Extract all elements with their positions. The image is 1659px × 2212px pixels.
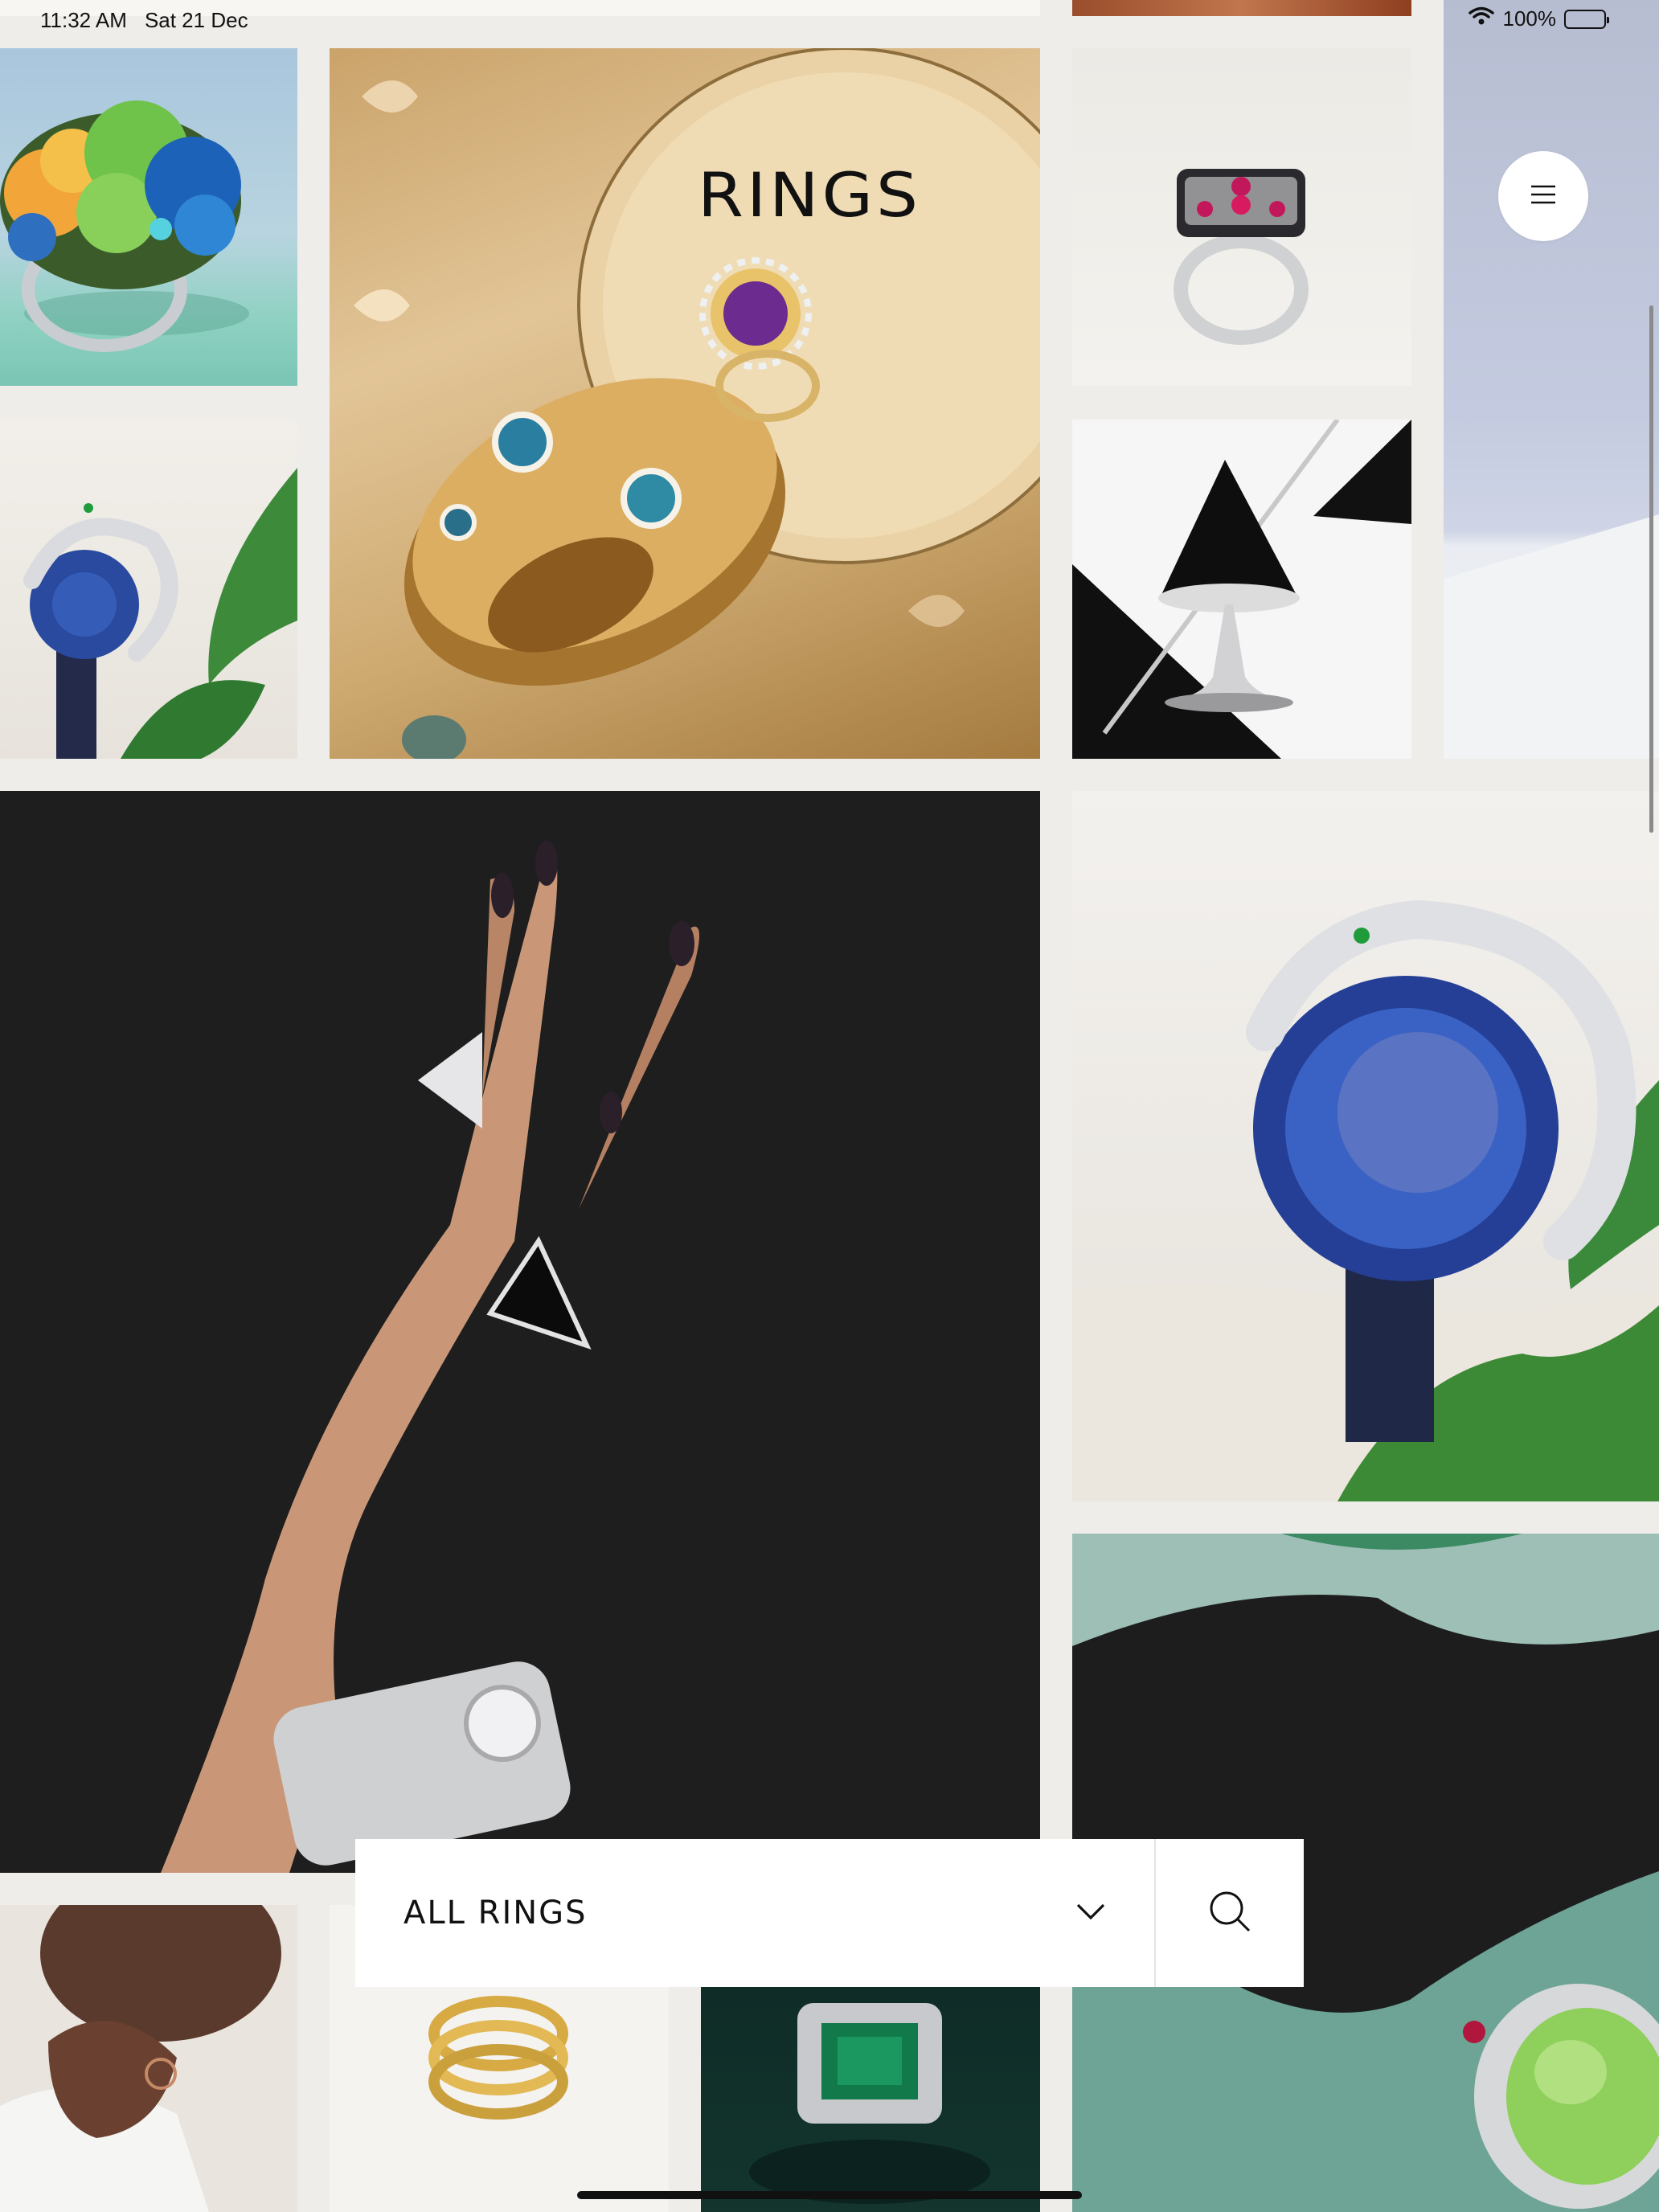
product-tile-gemstone-ring[interactable]: [0, 48, 297, 386]
crocodile-watch-small-image: [23, 468, 297, 759]
battery-icon: [1564, 9, 1609, 29]
top-strip-product-image[interactable]: [1072, 0, 1411, 16]
model-image: [0, 1905, 281, 2212]
hero-tile-rings[interactable]: [330, 48, 1040, 759]
status-right: 100%: [1468, 6, 1609, 31]
emerald-ring-image: [749, 2003, 990, 2204]
hero-image: [354, 48, 1040, 759]
home-indicator[interactable]: [577, 2191, 1082, 2199]
product-tile-crocodile-watch[interactable]: [1072, 791, 1659, 1501]
category-dropdown-label: ALL RINGS: [403, 1895, 588, 1931]
editorial-tile-model[interactable]: [0, 1905, 297, 2212]
side-tile-partial[interactable]: [1444, 0, 1659, 759]
hamburger-icon: [1530, 183, 1557, 210]
scrollbar[interactable]: [1649, 305, 1653, 833]
status-date: Sat 21 Dec: [144, 8, 248, 32]
status-left: 11:32 AM Sat 21 Dec: [40, 8, 248, 33]
search-button[interactable]: [1156, 1839, 1304, 1987]
search-icon: [1207, 1889, 1252, 1938]
wifi-icon: [1468, 6, 1495, 31]
category-dropdown[interactable]: ALL RINGS: [355, 1839, 1154, 1987]
product-tile-emerald-ring[interactable]: [701, 1987, 1040, 2212]
gemstone-ring-image: [0, 100, 249, 352]
page-title: RINGS: [698, 160, 922, 231]
battery-percent: 100%: [1502, 6, 1557, 31]
ruby-ring-image: [1174, 169, 1309, 345]
status-time: 11:32 AM: [40, 8, 127, 32]
side-tile-image: [1444, 514, 1659, 759]
menu-button[interactable]: [1498, 151, 1588, 241]
filter-bar: ALL RINGS: [355, 1839, 1304, 1987]
crocodile-watch-image: [1072, 899, 1659, 1501]
hand-image: [161, 841, 699, 1873]
product-tile-onyx-cone-ring[interactable]: [1072, 420, 1411, 759]
product-tile-ruby-ring[interactable]: [1072, 48, 1411, 386]
chevron-down-icon: [1075, 1902, 1106, 1925]
editorial-tile-hand[interactable]: [0, 791, 1040, 1873]
onyx-cone-ring-image: [1072, 420, 1411, 759]
product-tile-crocodile-watch-small[interactable]: [0, 420, 297, 759]
